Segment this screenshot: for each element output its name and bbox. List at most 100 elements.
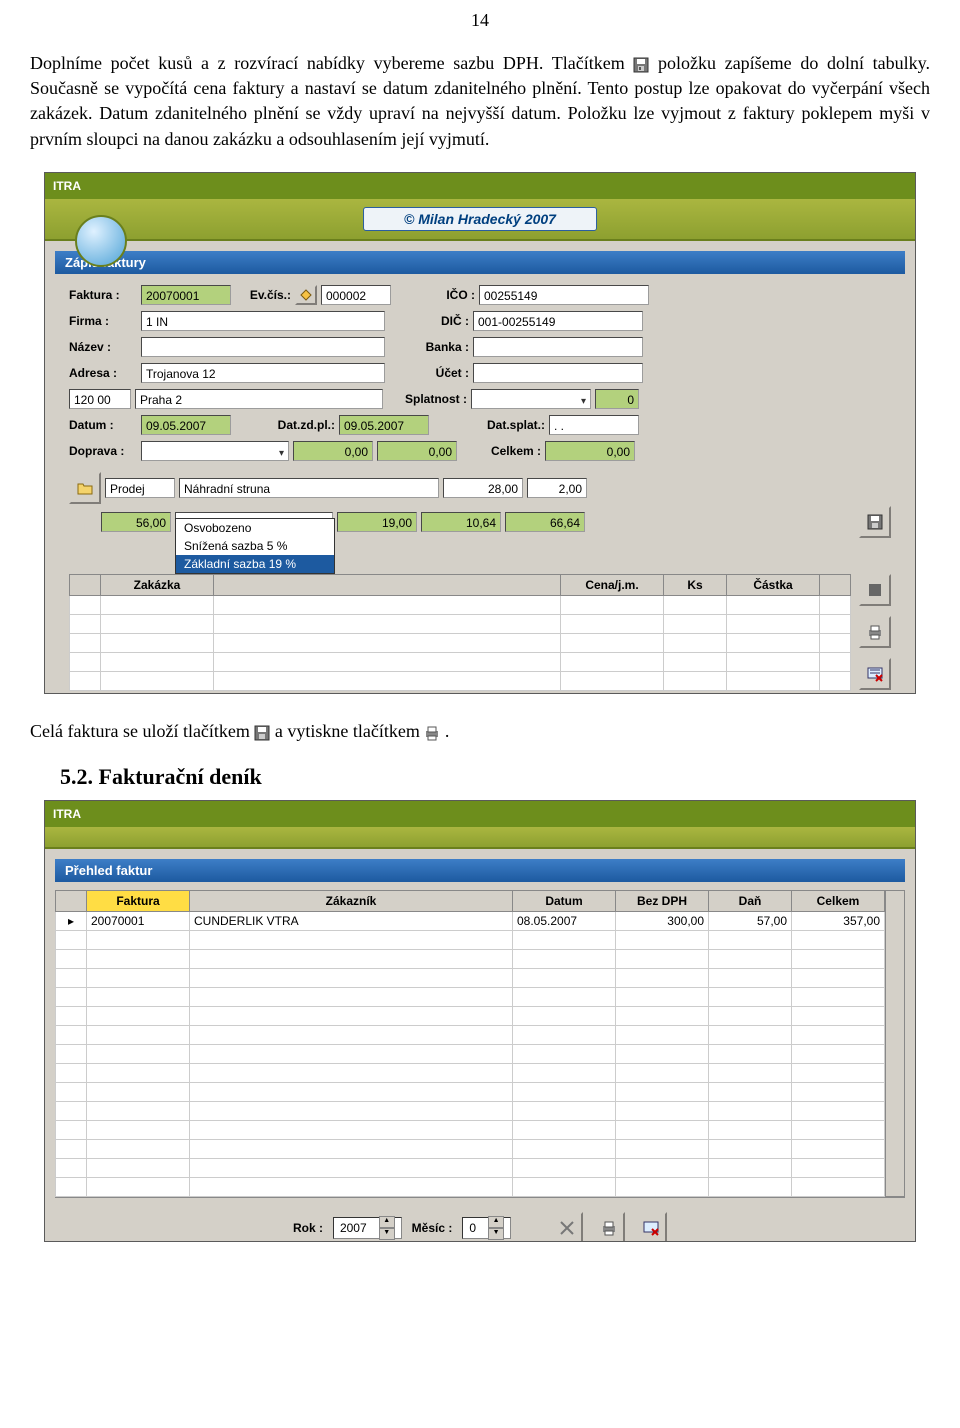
grid-cell[interactable] (820, 595, 851, 614)
grid-cell[interactable] (56, 1063, 87, 1082)
grid-cell[interactable] (56, 1139, 87, 1158)
grid-cell[interactable] (664, 652, 727, 671)
vat-option[interactable]: Osvobozeno (176, 519, 334, 537)
invoice-lines-grid[interactable]: ZakázkaCena/j.m.KsČástka (69, 574, 851, 691)
field-celkem[interactable]: 0,00 (545, 441, 635, 461)
spin-rok[interactable]: 2007 ▲▼ (333, 1217, 402, 1239)
field-doprava[interactable] (141, 441, 289, 461)
grid-cell[interactable] (513, 1101, 616, 1120)
grid-cell[interactable] (513, 968, 616, 987)
grid-header[interactable]: Datum (513, 890, 616, 911)
grid-cell[interactable] (101, 633, 214, 652)
invoice-list-grid[interactable]: FakturaZákazníkDatumBez DPHDaňCelkem ▸20… (55, 890, 885, 1197)
field-nahradni[interactable]: Náhradní struna (179, 478, 439, 498)
grid-cell[interactable] (87, 1063, 190, 1082)
grid-cell[interactable] (513, 949, 616, 968)
scroll-column[interactable] (885, 890, 905, 1197)
grid-cell[interactable] (709, 1158, 792, 1177)
grid-cell[interactable]: 20070001 (87, 911, 190, 930)
grid-cell[interactable] (87, 1025, 190, 1044)
grid-cell[interactable] (561, 595, 664, 614)
grid-cell[interactable] (214, 595, 561, 614)
grid-cell[interactable] (190, 1139, 513, 1158)
grid-cell[interactable] (664, 595, 727, 614)
grid-cell[interactable] (792, 987, 885, 1006)
grid-cell[interactable] (616, 968, 709, 987)
grid-cell[interactable] (87, 1177, 190, 1196)
grid-cell[interactable] (513, 1139, 616, 1158)
grid-cell[interactable] (616, 1082, 709, 1101)
grid-cell[interactable] (709, 1063, 792, 1082)
grid-cell[interactable] (820, 671, 851, 690)
grid-cell[interactable] (709, 1101, 792, 1120)
grid-cell[interactable] (664, 671, 727, 690)
field-doprava-a[interactable]: 0,00 (293, 441, 373, 461)
vat-dropdown-list[interactable]: OsvobozenoSnížená sazba 5 %Základní sazb… (175, 518, 335, 574)
grid-cell[interactable] (190, 949, 513, 968)
grid-cell[interactable] (214, 633, 561, 652)
grid-cell[interactable] (664, 633, 727, 652)
grid-cell[interactable] (87, 1006, 190, 1025)
grid-cell[interactable] (87, 987, 190, 1006)
grid-cell[interactable]: 300,00 (616, 911, 709, 930)
grid-cell[interactable] (792, 1044, 885, 1063)
grid-cell[interactable] (561, 652, 664, 671)
delete-row-button[interactable] (635, 1212, 667, 1242)
grid-cell[interactable]: 08.05.2007 (513, 911, 616, 930)
grid-cell[interactable] (792, 1025, 885, 1044)
grid-cell[interactable] (792, 1158, 885, 1177)
grid-cell[interactable] (709, 1025, 792, 1044)
grid-cell[interactable] (56, 1158, 87, 1177)
grid-cell[interactable] (709, 1177, 792, 1196)
grid-cell[interactable] (709, 1082, 792, 1101)
field-item-qty[interactable]: 28,00 (443, 478, 523, 498)
grid-cell[interactable] (709, 949, 792, 968)
grid-cell[interactable] (820, 614, 851, 633)
grid-cell[interactable] (616, 1025, 709, 1044)
grid-cell[interactable] (190, 987, 513, 1006)
grid-cell[interactable] (513, 1158, 616, 1177)
grid-cell[interactable] (190, 1063, 513, 1082)
field-nazev[interactable] (141, 337, 385, 357)
grid-header[interactable]: Zákazník (190, 890, 513, 911)
field-adresa2[interactable]: Praha 2 (135, 389, 383, 409)
field-col-a[interactable]: 19,00 (337, 512, 417, 532)
field-adresa1[interactable]: Trojanova 12 (141, 363, 385, 383)
grid-cell[interactable] (190, 1177, 513, 1196)
grid-cell[interactable] (190, 1158, 513, 1177)
field-col-c[interactable]: 66,64 (505, 512, 585, 532)
grid-cell[interactable] (190, 1082, 513, 1101)
print-button[interactable] (859, 616, 891, 648)
grid-cell[interactable] (101, 595, 214, 614)
grid-cell[interactable] (709, 968, 792, 987)
grid-cell[interactable] (513, 1177, 616, 1196)
field-splatnost-num[interactable]: 0 (595, 389, 639, 409)
grid-cell[interactable] (70, 652, 101, 671)
grid-cell[interactable] (561, 633, 664, 652)
field-doprava-b[interactable]: 0,00 (377, 441, 457, 461)
grid-cell[interactable] (792, 949, 885, 968)
field-item-sum[interactable]: 56,00 (101, 512, 171, 532)
grid-cell[interactable] (70, 633, 101, 652)
grid-cell[interactable] (616, 1139, 709, 1158)
vat-option[interactable]: Snížená sazba 5 % (176, 537, 334, 555)
vat-option[interactable]: Základní sazba 19 % (176, 555, 334, 573)
field-splatnost-dd[interactable] (471, 389, 591, 409)
grid-cell[interactable] (513, 1044, 616, 1063)
grid-cell[interactable] (709, 987, 792, 1006)
grid-header[interactable]: Cena/j.m. (561, 574, 664, 595)
grid-cell[interactable] (616, 1101, 709, 1120)
grid-cell[interactable] (792, 1101, 885, 1120)
grid-cell[interactable] (709, 1139, 792, 1158)
grid-cell[interactable] (616, 1044, 709, 1063)
grid-cell[interactable] (87, 930, 190, 949)
grid-cell[interactable] (190, 930, 513, 949)
grid-cell[interactable] (664, 614, 727, 633)
grid-cell[interactable] (727, 614, 820, 633)
grid-cell[interactable] (616, 930, 709, 949)
grid-cell[interactable] (616, 1063, 709, 1082)
grid-cell[interactable] (190, 1101, 513, 1120)
print-button[interactable] (593, 1212, 625, 1242)
grid-cell[interactable] (56, 1120, 87, 1139)
grid-cell[interactable] (87, 1082, 190, 1101)
